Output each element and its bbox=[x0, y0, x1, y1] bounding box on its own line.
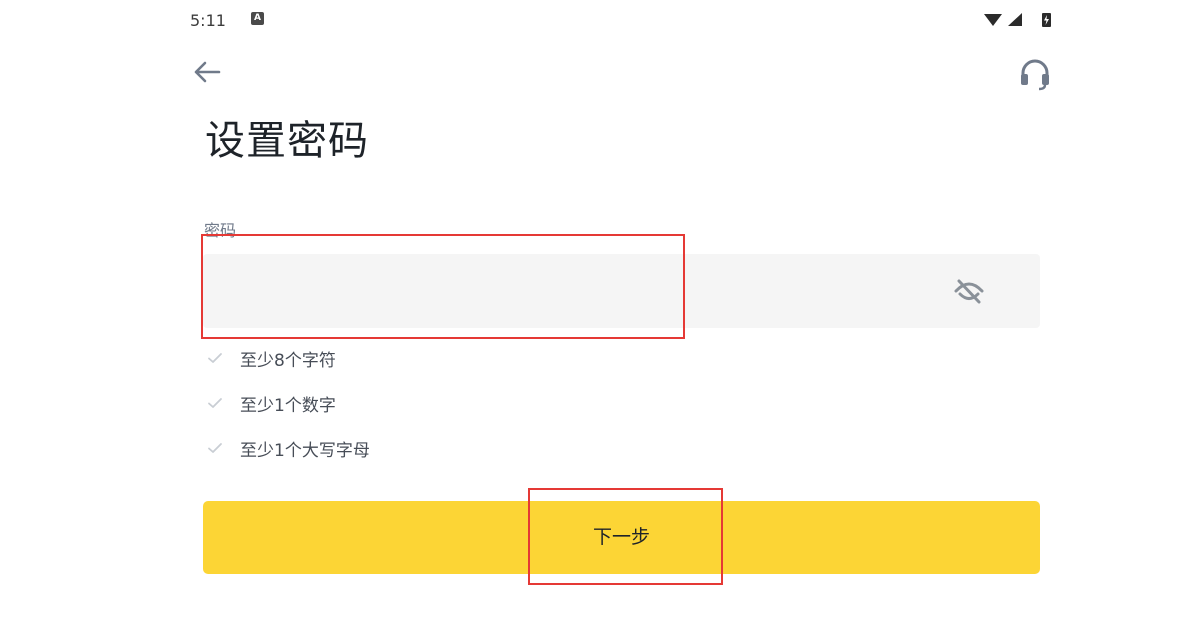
next-button-label: 下一步 bbox=[592, 526, 650, 548]
status-time: 5:11 bbox=[190, 11, 226, 30]
signal-icon bbox=[1008, 13, 1022, 26]
password-input[interactable] bbox=[203, 254, 923, 328]
eye-off-icon bbox=[954, 279, 984, 304]
requirement-uppercase: 至少1个大写字母 bbox=[206, 436, 370, 461]
toggle-visibility-button[interactable] bbox=[951, 276, 987, 306]
wifi-icon bbox=[984, 14, 1002, 26]
check-icon bbox=[208, 398, 222, 408]
notification-a-icon: A bbox=[251, 12, 264, 25]
page-title: 设置密码 bbox=[205, 118, 369, 164]
requirement-text: 至少8个字符 bbox=[240, 350, 336, 371]
status-icons bbox=[984, 11, 1054, 29]
headset-icon bbox=[1021, 59, 1049, 91]
requirement-text: 至少1个大写字母 bbox=[240, 440, 370, 461]
requirement-text: 至少1个数字 bbox=[240, 395, 336, 416]
battery-charging-icon bbox=[1042, 13, 1051, 27]
password-field bbox=[203, 254, 1040, 328]
status-bar: 5:11 A bbox=[0, 0, 1194, 40]
check-icon bbox=[208, 443, 222, 453]
requirement-number: 至少1个数字 bbox=[206, 391, 336, 416]
check-icon bbox=[208, 353, 222, 363]
back-button[interactable] bbox=[191, 57, 227, 87]
support-button[interactable] bbox=[1017, 56, 1053, 92]
arrow-left-icon bbox=[194, 61, 221, 83]
password-label: 密码 bbox=[204, 221, 237, 240]
requirement-min-length: 至少8个字符 bbox=[206, 346, 336, 371]
next-button[interactable]: 下一步 bbox=[203, 501, 1040, 574]
